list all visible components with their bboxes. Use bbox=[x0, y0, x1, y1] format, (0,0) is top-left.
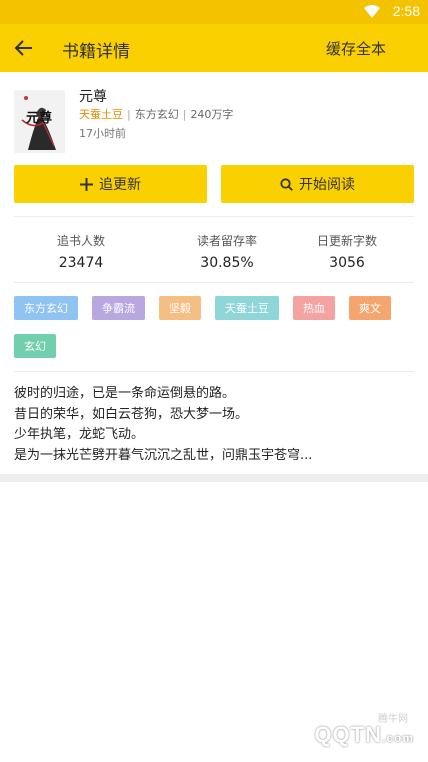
stat-label: 追书人数 bbox=[56, 234, 105, 248]
book-info: 元尊 元尊 天蚕土豆 | 东方玄幻 | 240万字 17小时前 bbox=[0, 72, 428, 162]
plus-icon bbox=[80, 177, 93, 191]
stat-followers: 追书人数 23474 bbox=[16, 232, 146, 271]
book-description: 彼时的归途，已是一条命运倒悬的路。 昔日的荣华，如白云苍狗，恐大梦一场。 少年执… bbox=[14, 384, 414, 466]
stat-value: 30.85% bbox=[200, 255, 254, 271]
divider bbox=[14, 216, 414, 217]
tag-chip[interactable]: 东方玄幻 bbox=[14, 296, 78, 320]
follow-updates-button[interactable]: 追更新 bbox=[14, 165, 207, 203]
section-divider bbox=[0, 474, 428, 482]
book-category: 东方玄幻 bbox=[134, 108, 179, 121]
tag-chip[interactable]: 热血 bbox=[293, 296, 335, 320]
book-updated-time: 17小时前 bbox=[79, 127, 126, 140]
tag-chip[interactable]: 爽文 bbox=[349, 296, 391, 320]
start-reading-button[interactable]: 开始阅读 bbox=[221, 165, 414, 203]
tag-chip[interactable]: 争霸流 bbox=[92, 296, 145, 320]
description-line: 彼时的归途，已是一条命运倒悬的路。 bbox=[14, 386, 236, 401]
book-cover[interactable]: 元尊 bbox=[14, 90, 65, 153]
description-line: 昔日的荣华，如白云苍狗，恐大梦一场。 bbox=[14, 406, 249, 422]
watermark-logo: QQTN.com bbox=[314, 722, 414, 747]
book-meta: 天蚕土豆 | 东方玄幻 | 240万字 bbox=[79, 106, 233, 122]
tag-chip[interactable]: 天蚕土豆 bbox=[215, 296, 279, 320]
tag-chip[interactable]: 玄幻 bbox=[14, 334, 56, 358]
meta-separator: | bbox=[127, 108, 131, 121]
start-reading-label: 开始阅读 bbox=[299, 177, 355, 193]
description-line: 是为一抹光芒劈开暮气沉沉之乱世，问鼎玉宇苍穹... bbox=[14, 447, 313, 463]
status-time: 2:58 bbox=[392, 3, 420, 19]
stat-retention: 读者留存率 30.85% bbox=[162, 232, 292, 271]
meta-separator: | bbox=[182, 108, 187, 121]
site-watermark: 腾牛网 QQTN.com bbox=[258, 708, 418, 754]
book-word-count: 240万字 bbox=[190, 108, 234, 121]
cover-title-text: 元尊 bbox=[26, 110, 52, 126]
tag-chip[interactable]: 坚毅 bbox=[159, 296, 201, 320]
stat-value: 3056 bbox=[329, 255, 365, 271]
back-arrow-icon[interactable] bbox=[12, 36, 36, 60]
status-bar: 2:58 bbox=[0, 0, 428, 24]
stat-label: 日更新字数 bbox=[316, 234, 377, 248]
page-title: 书籍详情 bbox=[62, 42, 130, 62]
description-line: 少年执笔，龙蛇飞动。 bbox=[14, 427, 145, 442]
search-icon bbox=[280, 177, 293, 191]
book-title: 元尊 bbox=[79, 89, 107, 105]
divider bbox=[14, 371, 414, 372]
book-author[interactable]: 天蚕土豆 bbox=[79, 108, 123, 121]
wifi-icon bbox=[364, 5, 380, 18]
stat-daily-words: 日更新字数 3056 bbox=[282, 232, 412, 271]
follow-updates-label: 追更新 bbox=[99, 177, 141, 193]
cache-all-button[interactable]: 缓存全本 bbox=[326, 38, 386, 59]
stat-label: 读者留存率 bbox=[196, 234, 257, 248]
divider bbox=[14, 282, 414, 283]
app-bar: 书籍详情 缓存全本 bbox=[0, 24, 428, 72]
stat-value: 23474 bbox=[58, 255, 104, 271]
